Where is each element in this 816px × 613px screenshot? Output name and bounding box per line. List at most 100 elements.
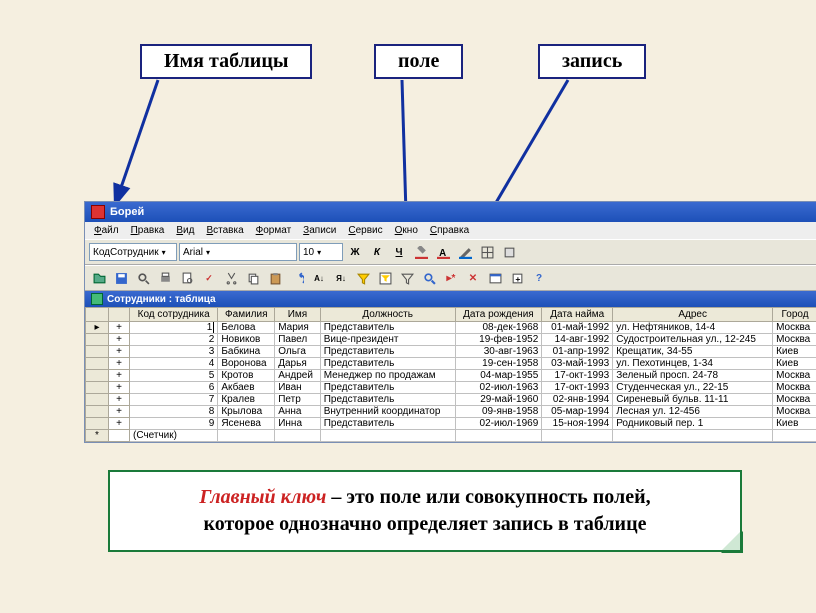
expand-button[interactable]: +: [109, 358, 130, 370]
cell-birth[interactable]: 19-фев-1952: [455, 334, 542, 346]
find-button[interactable]: [419, 268, 439, 288]
copy-button[interactable]: [243, 268, 263, 288]
expand-button[interactable]: +: [109, 382, 130, 394]
expand-button[interactable]: +: [109, 346, 130, 358]
line-color-button[interactable]: [455, 242, 475, 262]
cell-city[interactable]: Москва: [773, 370, 816, 382]
font-combo[interactable]: Arial▾: [179, 243, 297, 261]
cell-id[interactable]: 2: [130, 334, 218, 346]
table-row[interactable]: +3БабкинаОльгаПредставитель30-авг-196301…: [86, 346, 816, 358]
cell-city[interactable]: Москва: [773, 394, 816, 406]
cell-addr[interactable]: Сиреневый бульв. 11-11: [613, 394, 773, 406]
column-header[interactable]: Город: [773, 308, 816, 322]
sort-asc-button[interactable]: А↓: [309, 268, 329, 288]
cut-button[interactable]: [221, 268, 241, 288]
row-selector[interactable]: [86, 394, 109, 406]
cell-fam[interactable]: Белова: [218, 322, 275, 334]
menu-item[interactable]: Правка: [126, 224, 170, 237]
row-selector[interactable]: *: [86, 430, 109, 442]
column-header[interactable]: Адрес: [613, 308, 773, 322]
bold-button[interactable]: Ж: [345, 242, 365, 262]
cell-hire[interactable]: 01-апр-1992: [542, 346, 613, 358]
cell-name[interactable]: Иван: [275, 382, 321, 394]
table-row[interactable]: +4ВороноваДарьяПредставитель19-сен-19580…: [86, 358, 816, 370]
table-row[interactable]: +2НовиковПавелВице-президент19-фев-19521…: [86, 334, 816, 346]
special-effect-button[interactable]: [499, 242, 519, 262]
cell-id[interactable]: 8: [130, 406, 218, 418]
column-header[interactable]: Имя: [275, 308, 321, 322]
size-combo[interactable]: 10▾: [299, 243, 343, 261]
cell-addr[interactable]: Крещатик, 34-55: [613, 346, 773, 358]
cell-hire[interactable]: 02-янв-1994: [542, 394, 613, 406]
cell-city[interactable]: Москва: [773, 382, 816, 394]
cell-fam[interactable]: Бабкина: [218, 346, 275, 358]
cell-addr[interactable]: Судостроительная ул., 12-245: [613, 334, 773, 346]
table-row[interactable]: +9ЯсеневаИннаПредставитель02-июл-196915-…: [86, 418, 816, 430]
table-row[interactable]: +6АкбаевИванПредставитель02-июл-196317-о…: [86, 382, 816, 394]
cell-hire[interactable]: 17-окт-1993: [542, 370, 613, 382]
cell-city[interactable]: Киев: [773, 346, 816, 358]
font-color-button[interactable]: A: [433, 242, 453, 262]
cell-hire[interactable]: 03-май-1993: [542, 358, 613, 370]
cell-hire[interactable]: 17-окт-1993: [542, 382, 613, 394]
undo-button[interactable]: [287, 268, 307, 288]
cell-pos[interactable]: Вице-президент: [320, 334, 455, 346]
row-selector[interactable]: [86, 406, 109, 418]
cell-pos[interactable]: Представитель: [320, 382, 455, 394]
cell-fam[interactable]: Ясенева: [218, 418, 275, 430]
expand-button[interactable]: +: [109, 418, 130, 430]
cell-fam[interactable]: Кротов: [218, 370, 275, 382]
cell-city[interactable]: Киев: [773, 358, 816, 370]
cell-fam[interactable]: Акбаев: [218, 382, 275, 394]
cell-id[interactable]: 6: [130, 382, 218, 394]
help-button[interactable]: ?: [529, 268, 549, 288]
cell-addr[interactable]: Родниковый пер. 1: [613, 418, 773, 430]
cell-birth[interactable]: 02-июл-1963: [455, 382, 542, 394]
fill-color-button[interactable]: [411, 242, 431, 262]
row-selector[interactable]: [86, 370, 109, 382]
save-button[interactable]: [111, 268, 131, 288]
cell-city[interactable]: Москва: [773, 406, 816, 418]
cell-pos[interactable]: Представитель: [320, 346, 455, 358]
column-header[interactable]: Фамилия: [218, 308, 275, 322]
cell-pos[interactable]: Представитель: [320, 322, 455, 334]
menu-item[interactable]: Формат: [251, 224, 297, 237]
cell-id[interactable]: 5: [130, 370, 218, 382]
new-object-button[interactable]: +: [507, 268, 527, 288]
table-row[interactable]: ▸+1БеловаМарияПредставитель08-дек-196801…: [86, 322, 816, 334]
row-selector[interactable]: [86, 358, 109, 370]
cell-hire[interactable]: 14-авг-1992: [542, 334, 613, 346]
sort-desc-button[interactable]: Я↓: [331, 268, 351, 288]
preview-button[interactable]: [177, 268, 197, 288]
cell-id[interactable]: 3: [130, 346, 218, 358]
column-header[interactable]: Дата найма: [542, 308, 613, 322]
cell-city[interactable]: Москва: [773, 322, 816, 334]
cell-birth[interactable]: 02-июл-1969: [455, 418, 542, 430]
menu-item[interactable]: Окно: [390, 224, 423, 237]
menu-item[interactable]: Вид: [171, 224, 199, 237]
cell-addr[interactable]: Студенческая ул., 22-15: [613, 382, 773, 394]
expand-button[interactable]: +: [109, 322, 130, 334]
cell-hire[interactable]: 15-ноя-1994: [542, 418, 613, 430]
row-selector[interactable]: [86, 334, 109, 346]
cell-fam[interactable]: Кралев: [218, 394, 275, 406]
row-selector[interactable]: [86, 418, 109, 430]
italic-button[interactable]: К: [367, 242, 387, 262]
table-row[interactable]: +7КралевПетрПредставитель29-май-196002-я…: [86, 394, 816, 406]
cell-birth[interactable]: 30-авг-1963: [455, 346, 542, 358]
menu-item[interactable]: Вставка: [201, 224, 248, 237]
new-record-button[interactable]: ▸*: [441, 268, 461, 288]
cell-pos[interactable]: Представитель: [320, 394, 455, 406]
cell-birth[interactable]: 29-май-1960: [455, 394, 542, 406]
paste-button[interactable]: [265, 268, 285, 288]
data-grid[interactable]: Код сотрудникаФамилияИмяДолжностьДата ро…: [85, 307, 816, 442]
db-window-button[interactable]: [485, 268, 505, 288]
cell-pos[interactable]: Внутренний координатор: [320, 406, 455, 418]
menu-item[interactable]: Сервис: [343, 224, 387, 237]
cell-birth[interactable]: 09-янв-1958: [455, 406, 542, 418]
expand-button[interactable]: +: [109, 406, 130, 418]
cell-id[interactable]: 1: [130, 322, 218, 334]
view-button[interactable]: [89, 268, 109, 288]
cell-fam[interactable]: Воронова: [218, 358, 275, 370]
column-header[interactable]: Дата рождения: [455, 308, 542, 322]
